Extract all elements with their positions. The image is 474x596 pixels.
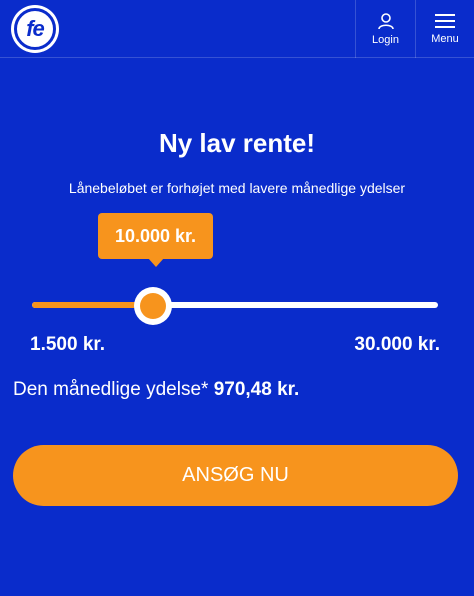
page: fe Login Menu Ny lav rente! Lånebeløbet …	[0, 0, 474, 596]
fe-logo-icon[interactable]: fe	[11, 5, 59, 53]
page-title: Ny lav rente!	[158, 128, 316, 158]
login-label: Login	[372, 34, 399, 46]
slider-thumb-center	[140, 293, 167, 319]
monthly-payment: Den månedlige ydelse* 970,48 kr.	[13, 379, 299, 401]
loan-amount-slider-track[interactable]	[32, 302, 438, 308]
login-button[interactable]: Login	[355, 0, 415, 58]
page-subtitle: Lånebeløbet er forhøjet med lavere måned…	[68, 180, 406, 196]
apply-now-button[interactable]: ANSØG NU	[13, 445, 458, 506]
menu-button[interactable]: Menu	[415, 0, 474, 58]
menu-label: Menu	[431, 33, 459, 45]
slider-value-bubble: 10.000 kr.	[98, 213, 213, 259]
header: fe Login Menu	[0, 0, 474, 58]
hamburger-menu-icon	[434, 13, 456, 29]
user-icon	[377, 12, 395, 30]
slider-min-label: 1.500 kr.	[30, 334, 106, 355]
slider-bubble-arrow	[148, 258, 164, 267]
monthly-payment-value: 970,48 kr.	[213, 379, 300, 400]
monthly-payment-label: Den månedlige ydelse*	[13, 379, 209, 400]
slider-max-label: 30.000 kr.	[354, 334, 440, 355]
slider-thumb[interactable]	[134, 287, 173, 325]
logo-text: fe	[14, 8, 56, 50]
